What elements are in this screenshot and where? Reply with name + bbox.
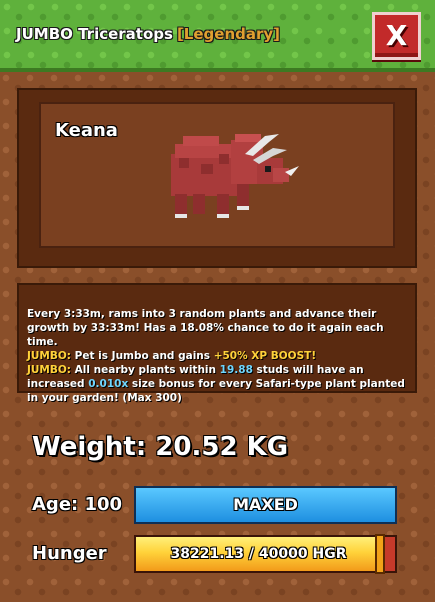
size-bonus-value: 0.010x [88, 378, 129, 390]
pet-title-text: JUMBO Triceratops [16, 25, 173, 43]
age-status: MAXED [233, 495, 298, 514]
pet-preview-frame: Keana [39, 102, 395, 248]
triceratops-body [171, 134, 289, 218]
pet-title: JUMBO Triceratops [Legendary] [16, 25, 280, 43]
jumbo-xp-text: Pet is Jumbo and gains [71, 350, 214, 362]
jumbo-xp-line: JUMBO: Pet is Jumbo and gains +50% XP BO… [27, 349, 407, 363]
jumbo-size-text: All nearby plants within [71, 364, 220, 376]
hunger-label: Hunger [32, 543, 107, 564]
jumbo-tag: JUMBO: [27, 364, 72, 376]
close-button[interactable]: X [372, 12, 421, 60]
studs-value: 19.88 [219, 364, 253, 376]
xp-boost-value: +50% XP BOOST! [213, 350, 317, 362]
pet-name: Keana [55, 120, 118, 141]
age-label: Age: 100 [32, 494, 123, 515]
header-bar: JUMBO Triceratops [Legendary] X [0, 0, 435, 72]
jumbo-size-line: JUMBO: All nearby plants within 19.88 st… [27, 363, 407, 405]
ability-description: Every 3:33m, rams into 3 random plants a… [17, 283, 417, 404]
rarity-badge: [Legendary] [176, 25, 281, 43]
pet-preview-panel: Keana [17, 88, 417, 268]
hunger-value: 38221.13 / 40000 HGR [170, 546, 347, 562]
ability-text: Every 3:33m, rams into 3 random plants a… [27, 308, 384, 348]
hunger-progress-bar: 38221.13 / 40000 HGR [134, 534, 397, 574]
red-triceratops-icon [171, 134, 299, 218]
pet-weight: Weight: 20.52 KG [32, 432, 289, 462]
jumbo-tag: JUMBO: [27, 350, 72, 362]
age-progress-bar: MAXED [134, 486, 397, 524]
